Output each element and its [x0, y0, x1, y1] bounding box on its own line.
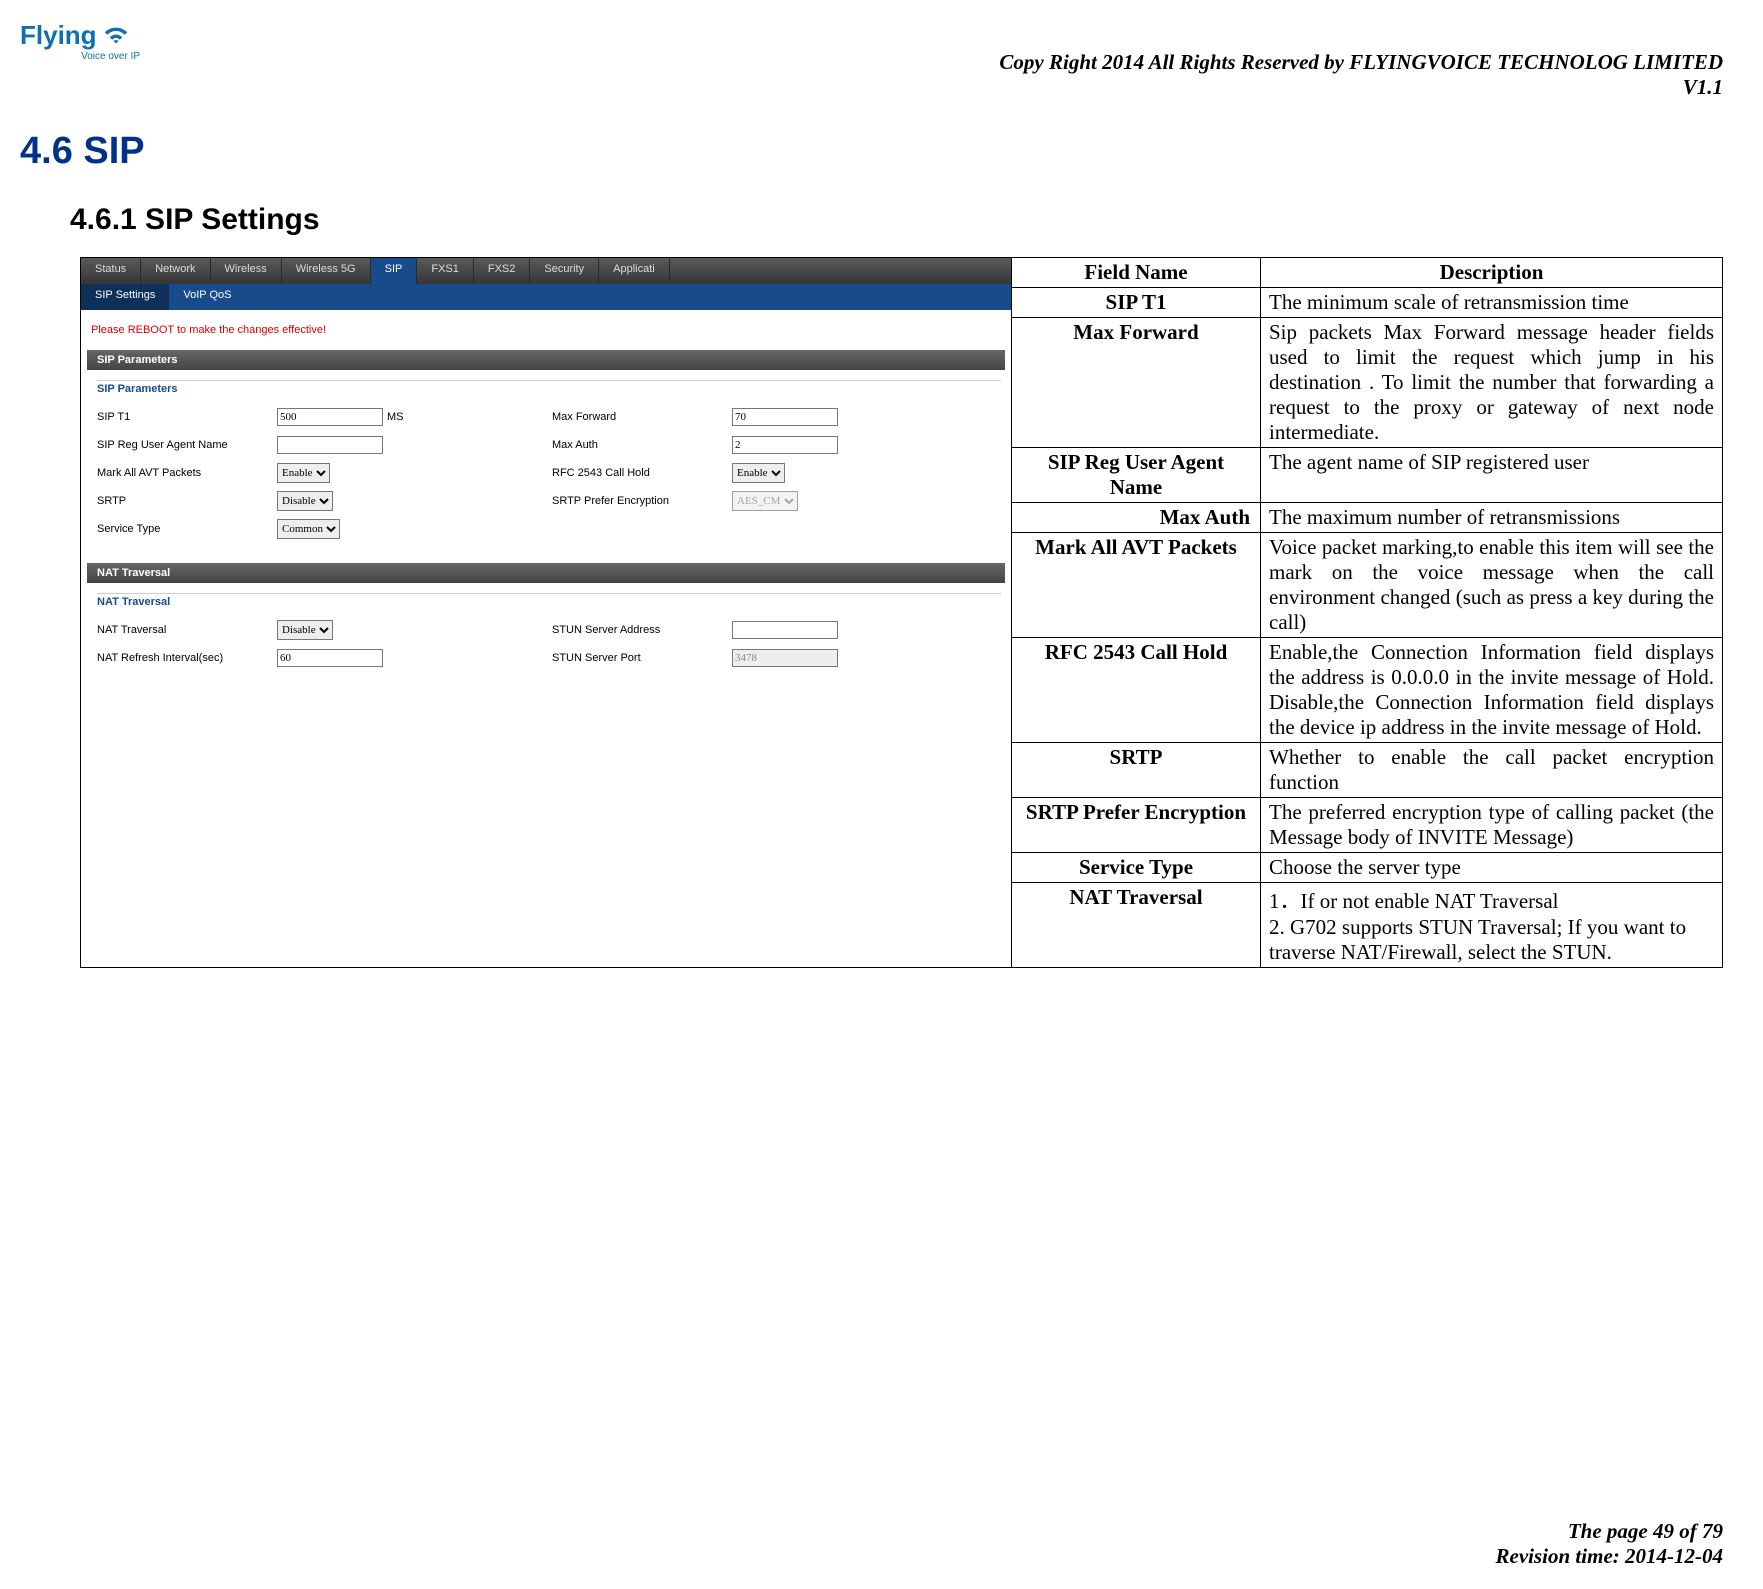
label-sip-t1: SIP T1: [91, 411, 277, 423]
fd-nat-traversal: 1．If or not enable NAT Traversal 2. G702…: [1261, 883, 1723, 968]
fn-rfc2543: RFC 2543 Call Hold: [1012, 638, 1261, 743]
tab-security[interactable]: Security: [530, 258, 599, 284]
label-service-type: Service Type: [91, 523, 277, 535]
tab-fxs1[interactable]: FXS1: [417, 258, 474, 284]
field-description-table: Field NameDescription SIP T1The minimum …: [1012, 258, 1722, 967]
fd-mark-avt: Voice packet marking,to enable this item…: [1261, 533, 1723, 638]
tab-application[interactable]: Applicati: [599, 258, 670, 284]
content-grid: Status Network Wireless Wireless 5G SIP …: [80, 257, 1723, 968]
col-description: Description: [1261, 258, 1723, 288]
tab-network[interactable]: Network: [141, 258, 210, 284]
logo-text: Flying: [20, 20, 97, 51]
label-max-forward: Max Forward: [546, 411, 732, 423]
tab-status[interactable]: Status: [81, 258, 141, 284]
input-max-auth[interactable]: [732, 436, 838, 454]
label-nat-refresh: NAT Refresh Interval(sec): [91, 652, 277, 664]
select-nat-traversal[interactable]: Disable: [277, 620, 333, 640]
version: V1.1: [999, 75, 1723, 100]
fn-max-forward: Max Forward: [1012, 318, 1261, 448]
label-stun-port: STUN Server Port: [546, 652, 732, 664]
fd-srtp-enc: The preferred encryption type of calling…: [1261, 798, 1723, 853]
fd-srtp: Whether to enable the call packet encryp…: [1261, 743, 1723, 798]
logo: Flying Voice over IP: [20, 20, 140, 62]
fn-nat-traversal: NAT Traversal: [1012, 883, 1261, 968]
router-ui-screenshot: Status Network Wireless Wireless 5G SIP …: [81, 258, 1011, 672]
fn-service-type: Service Type: [1012, 853, 1261, 883]
panel-header-nat: NAT Traversal: [87, 563, 1005, 583]
fd-service-type: Choose the server type: [1261, 853, 1723, 883]
tab-wireless5g[interactable]: Wireless 5G: [282, 258, 371, 284]
fd-max-forward: Sip packets Max Forward message header f…: [1261, 318, 1723, 448]
page-header: Flying Voice over IP Copy Right 2014 All…: [20, 20, 1723, 100]
fn-sip-reg-ua: SIP Reg User Agent Name: [1012, 448, 1261, 503]
nat-traversal-legend: NAT Traversal: [97, 593, 1001, 608]
fn-srtp-enc: SRTP Prefer Encryption: [1012, 798, 1261, 853]
input-sip-t1[interactable]: [277, 408, 383, 426]
page-footer: The page 49 of 79 Revision time: 2014-12…: [1496, 1519, 1723, 1569]
label-srtp-enc: SRTP Prefer Encryption: [546, 495, 732, 507]
screenshot-column: Status Network Wireless Wireless 5G SIP …: [81, 258, 1012, 967]
reboot-warning: Please REBOOT to make the changes effect…: [81, 310, 1011, 350]
fd-rfc2543: Enable,the Connection Information field …: [1261, 638, 1723, 743]
tab-wireless[interactable]: Wireless: [211, 258, 282, 284]
select-mark-avt[interactable]: Enable: [277, 463, 330, 483]
panel-header-sip: SIP Parameters: [87, 350, 1005, 370]
tab-sip[interactable]: SIP: [371, 258, 418, 284]
label-stun-addr: STUN Server Address: [546, 624, 732, 636]
label-rfc2543: RFC 2543 Call Hold: [546, 467, 732, 479]
suffix-ms: MS: [387, 411, 404, 423]
sub-tabs: SIP Settings VoIP QoS: [81, 284, 1011, 310]
col-field-name: Field Name: [1012, 258, 1261, 288]
label-mark-avt: Mark All AVT Packets: [91, 467, 277, 479]
input-max-forward[interactable]: [732, 408, 838, 426]
input-sip-reg-ua[interactable]: [277, 436, 383, 454]
revision-time: Revision time: 2014-12-04: [1496, 1544, 1723, 1569]
description-column: Field NameDescription SIP T1The minimum …: [1012, 258, 1722, 967]
heading-2: 4.6.1 SIP Settings: [70, 203, 1723, 237]
nat-traversal-panel: NAT Traversal NAT TraversalDisable STUN …: [91, 593, 1001, 672]
input-stun-port[interactable]: [732, 649, 838, 667]
main-tabs: Status Network Wireless Wireless 5G SIP …: [81, 258, 1011, 284]
input-nat-refresh[interactable]: [277, 649, 383, 667]
fn-max-auth: Max Auth: [1012, 503, 1261, 533]
subtab-voip-qos[interactable]: VoIP QoS: [169, 284, 245, 310]
copyright: Copy Right 2014 All Rights Reserved by F…: [999, 50, 1723, 75]
label-max-auth: Max Auth: [546, 439, 732, 451]
fd-max-auth: The maximum number of retransmissions: [1261, 503, 1723, 533]
label-sip-reg-ua: SIP Reg User Agent Name: [91, 439, 277, 451]
fd-sip-t1: The minimum scale of retransmission time: [1261, 288, 1723, 318]
fn-sip-t1: SIP T1: [1012, 288, 1261, 318]
fd-sip-reg-ua: The agent name of SIP registered user: [1261, 448, 1723, 503]
label-srtp: SRTP: [91, 495, 277, 507]
subtab-sip-settings[interactable]: SIP Settings: [81, 284, 169, 310]
fn-mark-avt: Mark All AVT Packets: [1012, 533, 1261, 638]
sip-parameters-panel: SIP Parameters SIP T1 MS Max Forward SIP …: [91, 380, 1001, 543]
wifi-icon: [101, 21, 131, 51]
heading-1: 4.6 SIP: [20, 130, 1723, 173]
tab-fxs2[interactable]: FXS2: [474, 258, 531, 284]
fn-srtp: SRTP: [1012, 743, 1261, 798]
logo-tagline: Voice over IP: [20, 51, 140, 62]
select-srtp[interactable]: Disable: [277, 491, 333, 511]
sip-parameters-legend: SIP Parameters: [97, 380, 1001, 395]
label-nat-traversal: NAT Traversal: [91, 624, 277, 636]
input-stun-addr[interactable]: [732, 621, 838, 639]
document-page: Flying Voice over IP Copy Right 2014 All…: [0, 0, 1763, 1589]
select-srtp-enc[interactable]: AES_CM: [732, 491, 798, 511]
select-service-type[interactable]: Common: [277, 519, 340, 539]
select-rfc2543[interactable]: Enable: [732, 463, 785, 483]
page-number: The page 49 of 79: [1496, 1519, 1723, 1544]
